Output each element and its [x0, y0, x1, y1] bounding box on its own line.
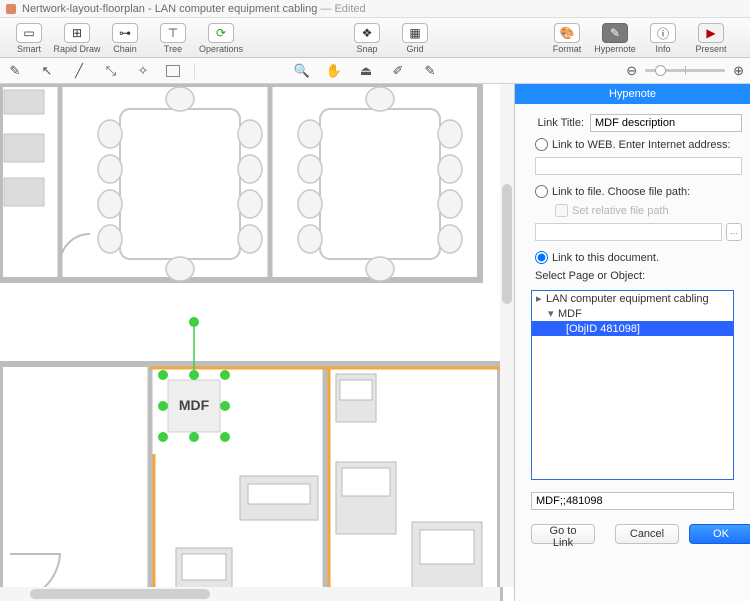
format-button[interactable]: 🎨Format [544, 23, 590, 54]
pointer-tool-icon[interactable]: ✎ [6, 63, 24, 79]
line-tool-icon[interactable]: ╱ [70, 63, 88, 79]
tree-button[interactable]: ⊤Tree [150, 23, 196, 54]
svg-text:MDF: MDF [179, 397, 210, 413]
eyedropper-icon[interactable]: ✐ [389, 63, 407, 79]
tree-row-obj-selected[interactable]: [ObjID 481098] [532, 321, 733, 336]
object-tree[interactable]: ▸LAN computer equipment cabling ▾MDF [Ob… [531, 290, 734, 480]
select-page-label: Select Page or Object: [523, 270, 742, 282]
go-to-link-button[interactable]: Go to Link [531, 524, 595, 544]
link-file-label: Link to file. Choose file path: [552, 186, 690, 198]
draw-modes-group: ▭Smart ⊞Rapid Draw ⊶Chain ⊤Tree ⟳Operati… [6, 23, 244, 54]
relative-path-checkbox[interactable] [555, 204, 568, 217]
tree-row-root[interactable]: ▸LAN computer equipment cabling [532, 291, 733, 306]
smart-button[interactable]: ▭Smart [6, 23, 52, 54]
doc-name: Nertwork-layout-floorplan [22, 3, 145, 15]
stamp-tool-icon[interactable]: ⏏ [357, 63, 375, 79]
result-input[interactable] [531, 492, 734, 510]
snap-button[interactable]: ❖Snap [344, 23, 390, 54]
hypernote-button[interactable]: ✎Hypernote [592, 23, 638, 54]
file-path-input[interactable] [535, 223, 722, 241]
canvas-wrap: MDF [0, 84, 514, 601]
zoom-out-icon[interactable]: ⊖ [626, 63, 637, 79]
window-title: Nertwork-layout-floorplan - LAN computer… [22, 3, 366, 15]
link-file-radio[interactable] [535, 185, 548, 198]
app-icon [6, 4, 16, 14]
chain-button[interactable]: ⊶Chain [102, 23, 148, 54]
horizontal-scrollbar[interactable] [0, 587, 500, 601]
hand-tool-icon[interactable]: ✋ [325, 63, 343, 79]
panel-title: Hypenote [515, 84, 750, 104]
zoom-control: ⊖ ⊕ [626, 63, 744, 79]
wand-tool-icon[interactable]: ✧ [134, 63, 152, 79]
right-group: 🎨Format ✎Hypernote ⓘInfo ▶Present [544, 23, 734, 54]
connector-tool-icon[interactable]: ⤡ [102, 63, 120, 79]
web-address-input[interactable] [535, 157, 742, 175]
zoom-in-icon[interactable]: ⊕ [733, 63, 744, 79]
titlebar: Nertwork-layout-floorplan - LAN computer… [0, 0, 750, 18]
search-icon[interactable]: 🔍 [293, 63, 311, 79]
zoom-slider[interactable] [645, 69, 725, 72]
ok-button[interactable]: OK [689, 524, 750, 544]
present-button[interactable]: ▶Present [688, 23, 734, 54]
relative-path-label: Set relative file path [572, 205, 669, 217]
rapid-draw-button[interactable]: ⊞Rapid Draw [54, 23, 100, 54]
doc-subtitle: LAN computer equipment cabling [155, 3, 318, 15]
link-title-input[interactable] [590, 114, 742, 132]
hypernote-panel: Hypenote Link Title: Link to WEB. Enter … [514, 84, 750, 601]
rect-tool-icon[interactable] [166, 65, 180, 77]
main-toolbar: ▭Smart ⊞Rapid Draw ⊶Chain ⊤Tree ⟳Operati… [0, 18, 750, 58]
view-group: ❖Snap ▦Grid [344, 23, 438, 54]
link-title-label: Link Title: [523, 117, 584, 129]
operations-button[interactable]: ⟳Operations [198, 23, 244, 54]
edited-indicator: — Edited [320, 3, 365, 15]
link-document-radio[interactable] [535, 251, 548, 264]
tree-row-mdf[interactable]: ▾MDF [532, 306, 733, 321]
vertical-scrollbar[interactable] [500, 84, 514, 587]
grid-button[interactable]: ▦Grid [392, 23, 438, 54]
floorplan-canvas[interactable]: MDF [0, 84, 514, 601]
select-tool-icon[interactable]: ↖ [38, 63, 56, 79]
tools-subbar: ✎ ↖ ╱ ⤡ ✧ 🔍 ✋ ⏏ ✐ ✎ ⊖ ⊕ [0, 58, 750, 84]
link-document-label: Link to this document. [552, 252, 659, 264]
cancel-button[interactable]: Cancel [615, 524, 679, 544]
info-button[interactable]: ⓘInfo [640, 23, 686, 54]
main-area: MDF Hy [0, 84, 750, 601]
link-web-radio[interactable] [535, 138, 548, 151]
brush-icon[interactable]: ✎ [421, 63, 439, 79]
link-web-label: Link to WEB. Enter Internet address: [552, 139, 731, 151]
browse-button[interactable]: ... [726, 223, 742, 241]
